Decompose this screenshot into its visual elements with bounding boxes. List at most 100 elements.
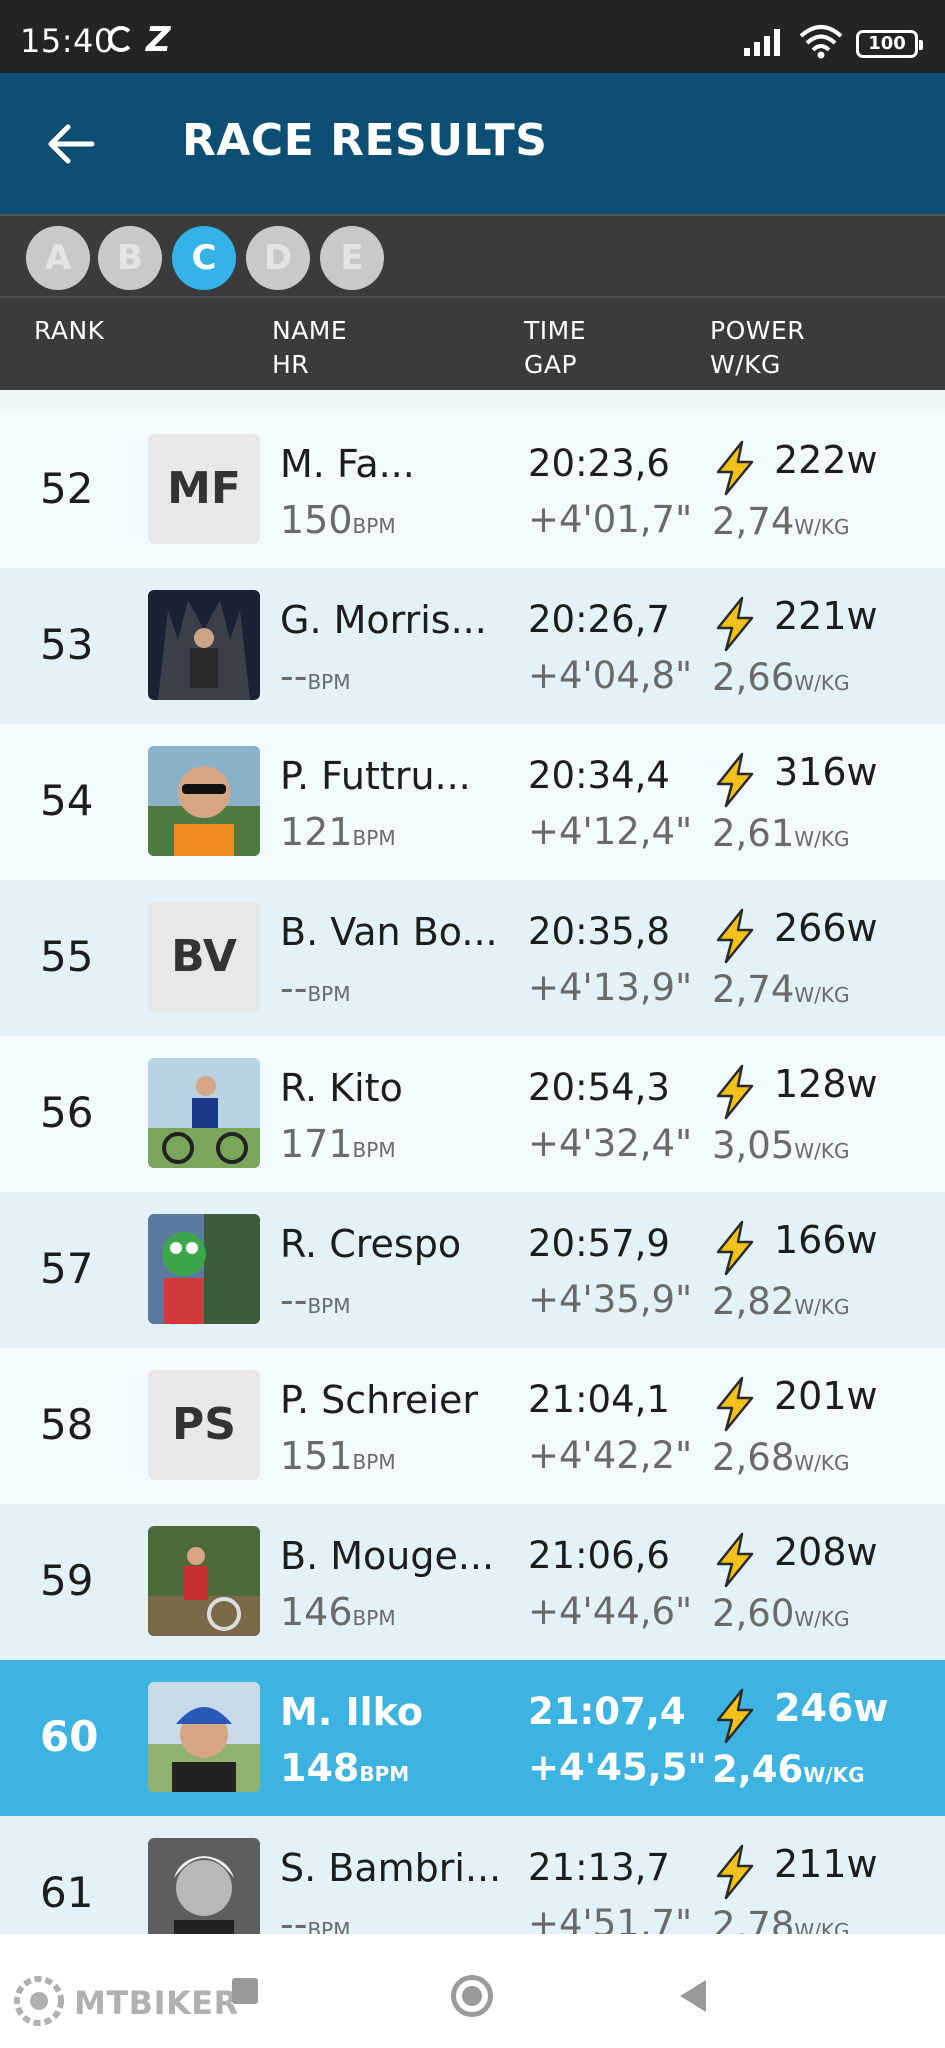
wkg-value: 2,74	[712, 968, 795, 1011]
rider-name[interactable]: P. Schreier	[280, 1378, 478, 1422]
time-gap: +4'32,4"	[528, 1122, 693, 1165]
wkg-unit: W/KG	[794, 1607, 850, 1631]
wkg-value: 2,46	[712, 1748, 804, 1791]
watts-value: 266	[774, 906, 847, 950]
watts-value: 221	[774, 594, 847, 638]
bpm-unit: BPM	[352, 826, 396, 850]
wkg-value: 2,60	[712, 1592, 795, 1635]
recents-button[interactable]	[232, 1978, 258, 2004]
gap-header[interactable]: GAP	[524, 348, 577, 382]
result-row[interactable]: 61 S. Bambri... --BPM 21:13,7 +4'51,7" 211w 2,…	[0, 1816, 945, 1934]
mtbiker-logo-icon	[14, 1976, 64, 2026]
bpm-unit: BPM	[307, 670, 351, 694]
zwift-icon: Z	[146, 20, 171, 60]
avatar-initials[interactable]: BV	[148, 902, 260, 1012]
result-row[interactable]: 53 G. Morris... --BPM 20:26,7 +4'04,8" 221w 2,…	[0, 568, 945, 724]
heart-rate-value: 171	[280, 1122, 353, 1166]
result-row[interactable]: 52 MF M. Fa... 150BPM 20:23,6 +4'01,7" 222w 2,7…	[0, 412, 945, 568]
watts-unit: w	[846, 594, 878, 638]
wkg-unit: W/KG	[794, 1295, 850, 1319]
heart-rate-value: --	[280, 966, 308, 1010]
watts-value: 128	[774, 1062, 847, 1106]
bpm-unit: BPM	[352, 1606, 396, 1630]
rank-header[interactable]: RANK	[34, 314, 105, 348]
avatar-initials[interactable]: MF	[148, 434, 260, 544]
heart-rate-value: 121	[280, 810, 353, 854]
avatar[interactable]	[148, 1526, 260, 1636]
category-d-tab[interactable]: D	[246, 226, 310, 290]
sync-icon	[108, 26, 134, 52]
heart-rate: 171BPM	[280, 1122, 396, 1166]
avatar-initials[interactable]: PS	[148, 1370, 260, 1480]
power-watts: 208w	[774, 1530, 878, 1574]
finish-time: 20:34,4	[528, 754, 670, 797]
home-button[interactable]	[451, 1975, 493, 2017]
system-nav-bar: MTBIKER	[0, 1934, 945, 2048]
results-list[interactable]: 52 MF M. Fa... 150BPM 20:23,6 +4'01,7" 222w 2,7…	[0, 412, 945, 1934]
result-row[interactable]: 56 R. Kito 171BPM 20:54,3 +4'32,4" 128w 3,05W/…	[0, 1036, 945, 1192]
time-gap: +4'13,9"	[528, 966, 693, 1009]
category-e-tab[interactable]: E	[320, 226, 384, 290]
category-a-tab[interactable]: A	[26, 226, 90, 290]
result-row[interactable]: 55 BV B. Van Bo... --BPM 20:35,8 +4'13,9" 266w…	[0, 880, 945, 1036]
heart-rate: --BPM	[280, 654, 350, 698]
power-watts: 222w	[774, 438, 878, 482]
avatar[interactable]	[148, 1214, 260, 1324]
heart-rate: 121BPM	[280, 810, 396, 854]
back-arrow-icon[interactable]	[40, 113, 102, 175]
rider-name[interactable]: M. Fa...	[280, 442, 415, 486]
power-watts: 266w	[774, 906, 878, 950]
result-row[interactable]: 59 B. Mouge... 146BPM 21:06,6 +4'44,6" 208w 2,…	[0, 1504, 945, 1660]
wkg-value: 2,78	[712, 1904, 795, 1934]
wkg-value: 2,66	[712, 656, 795, 699]
wkg-header[interactable]: W/KG	[710, 348, 781, 382]
avatar[interactable]	[148, 1838, 260, 1934]
column-headers: RANK NAME HR TIME GAP POWER W/KG	[0, 296, 945, 390]
rider-name[interactable]: R. Crespo	[280, 1222, 461, 1266]
hr-header[interactable]: HR	[272, 348, 309, 382]
rank: 61	[40, 1868, 94, 1917]
rider-name[interactable]: B. Mouge...	[280, 1534, 494, 1578]
watts-value: 208	[774, 1530, 847, 1574]
time-header[interactable]: TIME	[524, 314, 586, 348]
watts-unit: w	[846, 438, 878, 482]
avatar[interactable]	[148, 1682, 260, 1792]
name-header[interactable]: NAME	[272, 314, 347, 348]
rider-name[interactable]: B. Van Bo...	[280, 910, 498, 954]
power-header[interactable]: POWER	[710, 314, 805, 348]
heart-rate: 146BPM	[280, 1590, 396, 1634]
category-c-tab[interactable]: C	[172, 226, 236, 290]
category-b-tab[interactable]: B	[98, 226, 162, 290]
wkg-value: 2,68	[712, 1436, 795, 1479]
time-gap: +4'51,7"	[528, 1902, 693, 1934]
finish-time: 21:04,1	[528, 1378, 670, 1421]
watts-per-kg: 2,46W/KG	[712, 1748, 865, 1791]
finish-time: 21:13,7	[528, 1846, 670, 1889]
avatar[interactable]	[148, 1058, 260, 1168]
wkg-value: 2,74	[712, 500, 795, 543]
avatar[interactable]	[148, 746, 260, 856]
heart-rate: --BPM	[280, 966, 350, 1010]
result-row[interactable]: 57 R. Crespo --BPM 20:57,9 +4'35,9" 166w 2,82W…	[0, 1192, 945, 1348]
rank: 56	[40, 1088, 94, 1137]
watts-unit: w	[846, 750, 878, 794]
rider-name[interactable]: G. Morris...	[280, 598, 487, 642]
nav-back-button[interactable]	[680, 1980, 706, 2012]
avatar[interactable]	[148, 590, 260, 700]
result-row[interactable]: 54 P. Futtru... 121BPM 20:34,4 +4'12,4" 316w 2…	[0, 724, 945, 880]
rider-name[interactable]: S. Bambri...	[280, 1846, 501, 1890]
watts-per-kg: 2,60W/KG	[712, 1592, 850, 1635]
watts-per-kg: 2,61W/KG	[712, 812, 850, 855]
rider-name[interactable]: R. Kito	[280, 1066, 403, 1110]
wkg-unit: W/KG	[794, 983, 850, 1007]
result-row-current-user[interactable]: 60 M. Ilko 148BPM 21:07,4 +4'45,5" 246w 2,46W/…	[0, 1660, 945, 1816]
watts-per-kg: 2,78W/KG	[712, 1904, 850, 1934]
watts-per-kg: 2,68W/KG	[712, 1436, 850, 1479]
result-row[interactable]: 58 PS P. Schreier 151BPM 21:04,1 +4'42,2" 201w…	[0, 1348, 945, 1504]
rider-name[interactable]: M. Ilko	[280, 1690, 423, 1734]
power-watts: 201w	[774, 1374, 878, 1418]
rider-name[interactable]: P. Futtru...	[280, 754, 471, 798]
watts-value: 222	[774, 438, 847, 482]
time-gap: +4'35,9"	[528, 1278, 693, 1321]
finish-time: 20:35,8	[528, 910, 670, 953]
